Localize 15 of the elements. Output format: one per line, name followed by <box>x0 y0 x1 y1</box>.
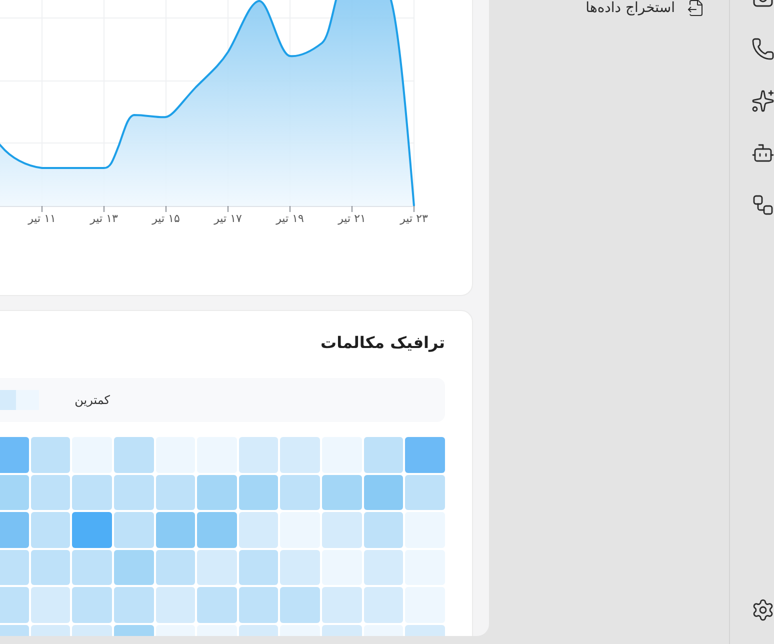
axis-label: ۱۷ تیر <box>212 212 243 226</box>
settings-icon[interactable] <box>751 598 774 622</box>
axis-label: ۲۳ تیر <box>398 212 429 226</box>
axis-label: ۱۹ تیر <box>274 212 305 226</box>
axis-label: ۱۵ تیر <box>150 212 181 226</box>
sidebar-item[interactable]: استخراج داده‌ها <box>489 0 705 26</box>
legend-label: کمترین <box>74 392 110 409</box>
axis-label: ۲۱ تیر <box>336 212 367 226</box>
phone-icon[interactable] <box>751 37 774 61</box>
axis-label: ۱۱ تیر <box>26 212 57 226</box>
file-arrow-icon <box>687 0 705 17</box>
workflow-icon[interactable] <box>751 193 774 217</box>
card-title: ترافیک مکالمات <box>320 332 445 354</box>
axis-label: ۱۳ تیر <box>88 212 119 226</box>
sparkles-icon[interactable] <box>751 89 774 113</box>
